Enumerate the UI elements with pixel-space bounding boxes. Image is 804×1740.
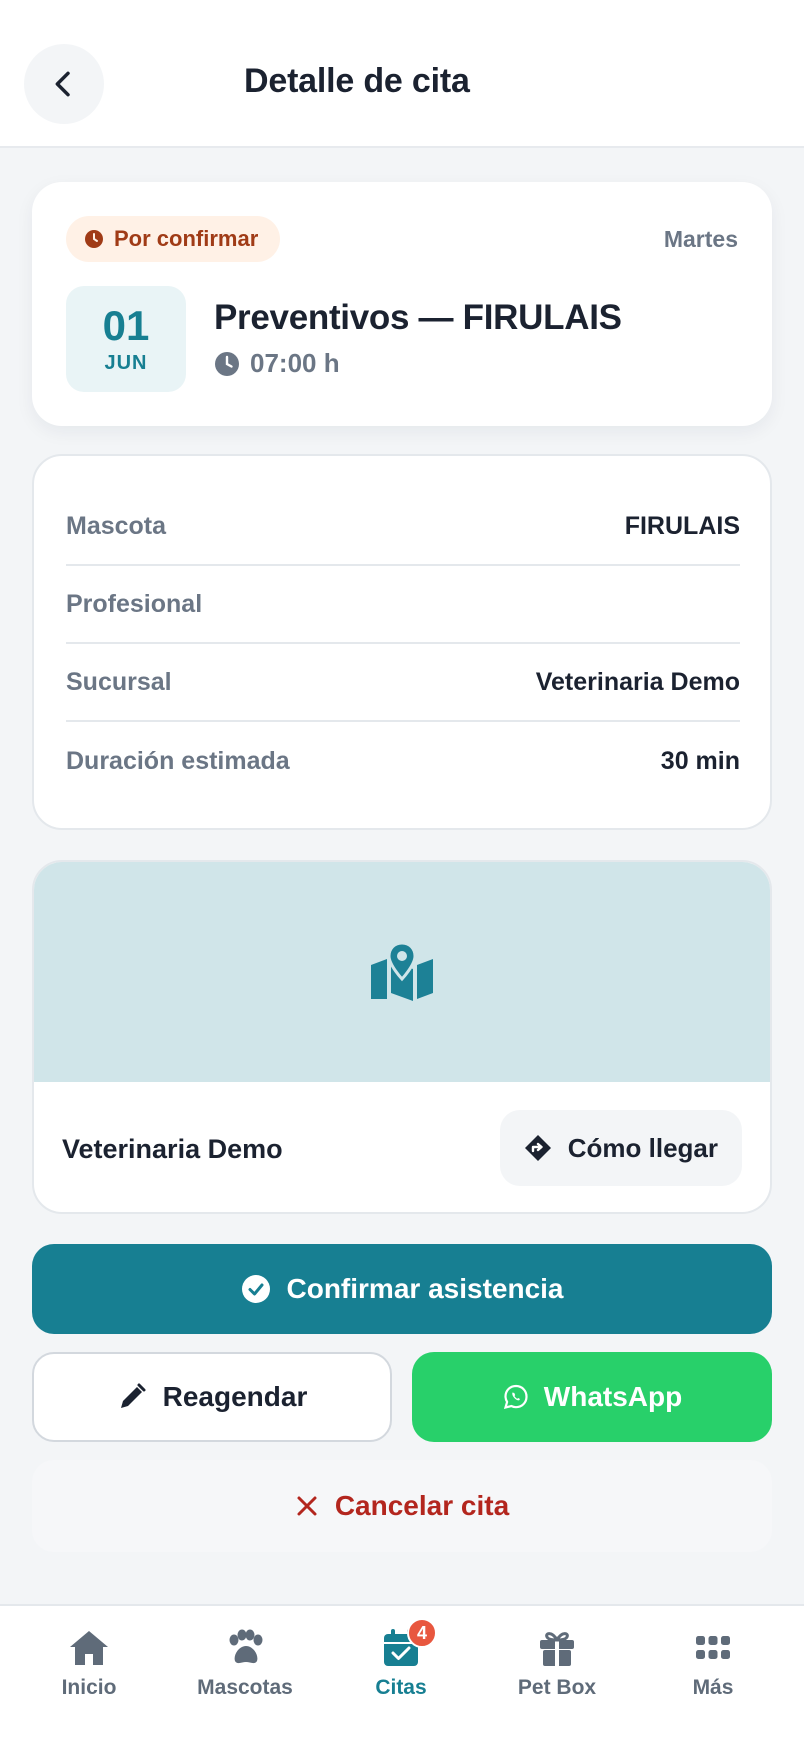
bottom-navigation: Inicio Mascotas 4 Citas Pet Box Más [0, 1604, 804, 1740]
paw-icon [229, 1629, 263, 1664]
back-button[interactable] [24, 44, 104, 124]
close-icon [297, 1496, 317, 1516]
map-preview[interactable] [34, 862, 770, 1082]
detail-row-pet: Mascota FIRULAIS [66, 488, 740, 566]
chevron-left-icon [55, 71, 70, 97]
map-pin-icon [371, 943, 433, 1001]
whatsapp-icon [503, 1384, 528, 1410]
header: Detalle de cita [0, 0, 804, 148]
nav-label: Pet Box [517, 1676, 597, 1699]
clock-icon [85, 230, 103, 248]
nav-item-pet-box[interactable]: Pet Box [482, 1626, 632, 1716]
detail-label: Duración estimada [66, 746, 290, 775]
date-month: JUN [104, 351, 148, 374]
location-name: Veterinaria Demo [62, 1134, 283, 1164]
date-box: 01 JUN [66, 286, 186, 392]
detail-row-duration: Duración estimada 30 min [66, 722, 740, 800]
appointment-details-card: Mascota FIRULAIS Profesional Sucursal Ve… [32, 454, 772, 830]
check-circle-icon [241, 1275, 270, 1303]
detail-row-branch: Sucursal Veterinaria Demo [66, 644, 740, 722]
confirm-attendance-button[interactable]: Confirmar asistencia [32, 1244, 772, 1334]
appointment-title: Preventivos — FIRULAIS [214, 298, 622, 337]
notification-badge: 4 [407, 1618, 437, 1648]
pencil-icon [120, 1383, 146, 1408]
reschedule-label: Reagendar [162, 1381, 308, 1412]
whatsapp-button[interactable]: WhatsApp [412, 1352, 772, 1442]
appointment-summary-card: Por confirmar Martes 01 JUN Preventivos … [32, 182, 772, 426]
detail-label: Mascota [66, 511, 167, 540]
nav-item-citas[interactable]: 4 Citas [326, 1618, 476, 1716]
home-icon [70, 1631, 108, 1665]
cancel-appointment-button[interactable]: Cancelar cita [32, 1460, 772, 1552]
cancel-label: Cancelar cita [334, 1490, 510, 1521]
weekday: Martes [663, 226, 738, 252]
nav-label: Citas [375, 1676, 427, 1699]
directions-label: Cómo llegar [567, 1132, 718, 1163]
confirm-label: Confirmar asistencia [286, 1273, 564, 1304]
grid-icon [696, 1636, 730, 1659]
date-day: 01 [102, 301, 150, 349]
detail-label: Sucursal [66, 667, 172, 696]
gift-icon [540, 1632, 574, 1666]
nav-item-inicio[interactable]: Inicio [14, 1626, 164, 1716]
page-title: Detalle de cita [244, 62, 470, 100]
nav-item-mas[interactable]: Más [638, 1626, 788, 1716]
nav-item-mascotas[interactable]: Mascotas [170, 1626, 320, 1716]
detail-value: 30 min [660, 746, 740, 775]
status-badge: Por confirmar [66, 216, 281, 262]
status-text: Por confirmar [114, 226, 259, 251]
detail-label: Profesional [66, 589, 203, 618]
detail-value: Veterinaria Demo [535, 667, 740, 696]
detail-value: FIRULAIS [624, 511, 740, 540]
detail-row-professional: Profesional [66, 566, 740, 644]
clock-icon [215, 351, 239, 376]
nav-label: Más [692, 1676, 734, 1699]
appointment-time-text: 07:00 h [250, 348, 340, 378]
reschedule-button[interactable]: Reagendar [32, 1352, 392, 1442]
nav-label: Mascotas [197, 1676, 293, 1699]
directions-icon [524, 1135, 551, 1161]
appointment-time: 07:00 h [214, 348, 340, 379]
location-card: Veterinaria Demo Cómo llegar [32, 860, 772, 1214]
directions-button[interactable]: Cómo llegar [499, 1110, 742, 1186]
nav-label: Inicio [61, 1676, 117, 1699]
whatsapp-label: WhatsApp [543, 1381, 683, 1412]
